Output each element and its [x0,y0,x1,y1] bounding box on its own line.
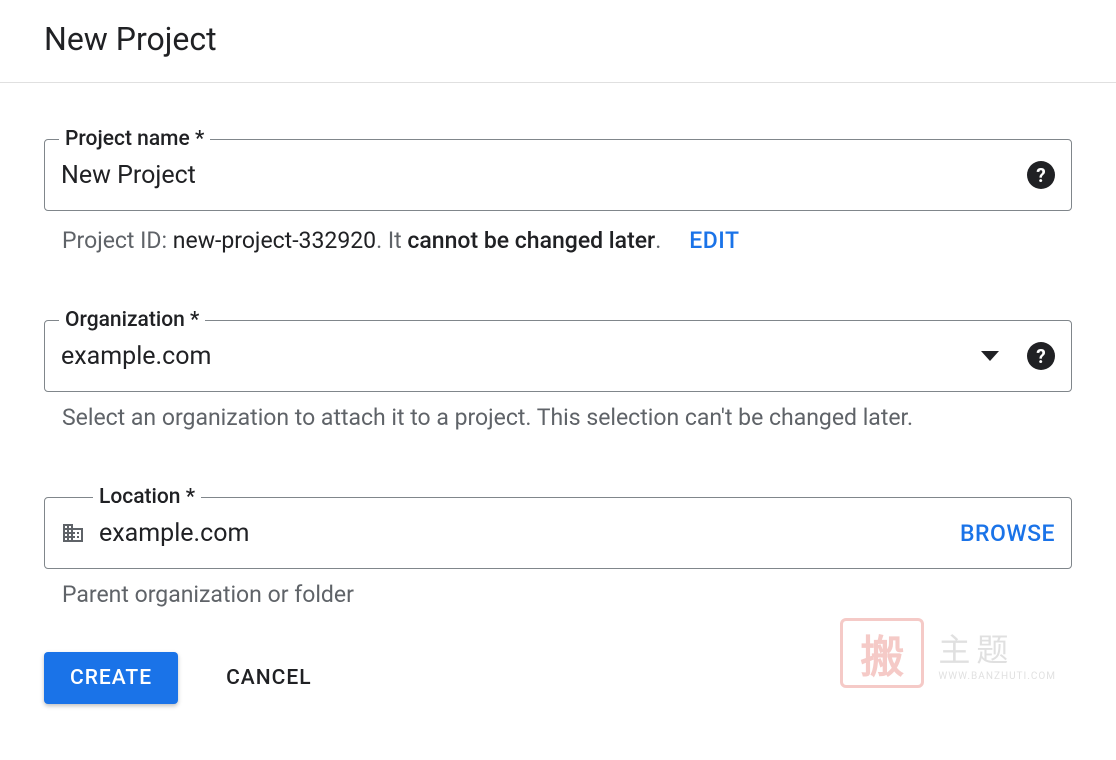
project-id-prefix: Project ID: [62,227,173,254]
organization-select[interactable]: Organization * example.com ? [44,320,1072,392]
project-name-input[interactable] [61,161,1027,190]
page-header: New Project [0,0,1116,83]
project-id-value: new-project-332920 [173,227,376,254]
project-name-field[interactable]: Project name * ? [44,139,1072,211]
edit-project-id-link[interactable]: EDIT [689,227,739,254]
project-id-row: Project ID: new-project-332920. It canno… [44,211,1072,254]
help-icon[interactable]: ? [1027,161,1055,189]
project-name-label: Project name * [59,127,210,151]
project-id-suffix-plain: . It [376,227,407,254]
project-id-warning: cannot be changed later [407,227,655,254]
project-id-suffix-end: . [655,227,661,254]
browse-button[interactable]: BROWSE [960,520,1055,547]
location-field[interactable]: Location * example.com BROWSE [44,497,1072,569]
page-title: New Project [44,20,1072,58]
location-label: Location * [93,485,201,509]
action-buttons: CREATE CANCEL [44,652,1072,704]
organization-icon [61,521,85,545]
organization-field-wrapper: Organization * example.com ? Select an o… [44,320,1072,431]
organization-value: example.com [61,342,981,371]
cancel-button[interactable]: CANCEL [226,666,311,690]
project-name-field-wrapper: Project name * ? Project ID: new-project… [44,139,1072,254]
new-project-form: Project name * ? Project ID: new-project… [0,83,1116,724]
help-icon[interactable]: ? [1027,342,1055,370]
location-field-wrapper: Location * example.com BROWSE Parent org… [44,497,1072,608]
location-value: example.com [99,519,960,548]
chevron-down-icon[interactable] [981,351,999,361]
location-helper: Parent organization or folder [44,569,1072,608]
organization-helper: Select an organization to attach it to a… [44,392,1072,431]
organization-label: Organization * [59,308,205,332]
create-button[interactable]: CREATE [44,652,178,704]
project-id-text: Project ID: new-project-332920. It canno… [62,227,661,254]
